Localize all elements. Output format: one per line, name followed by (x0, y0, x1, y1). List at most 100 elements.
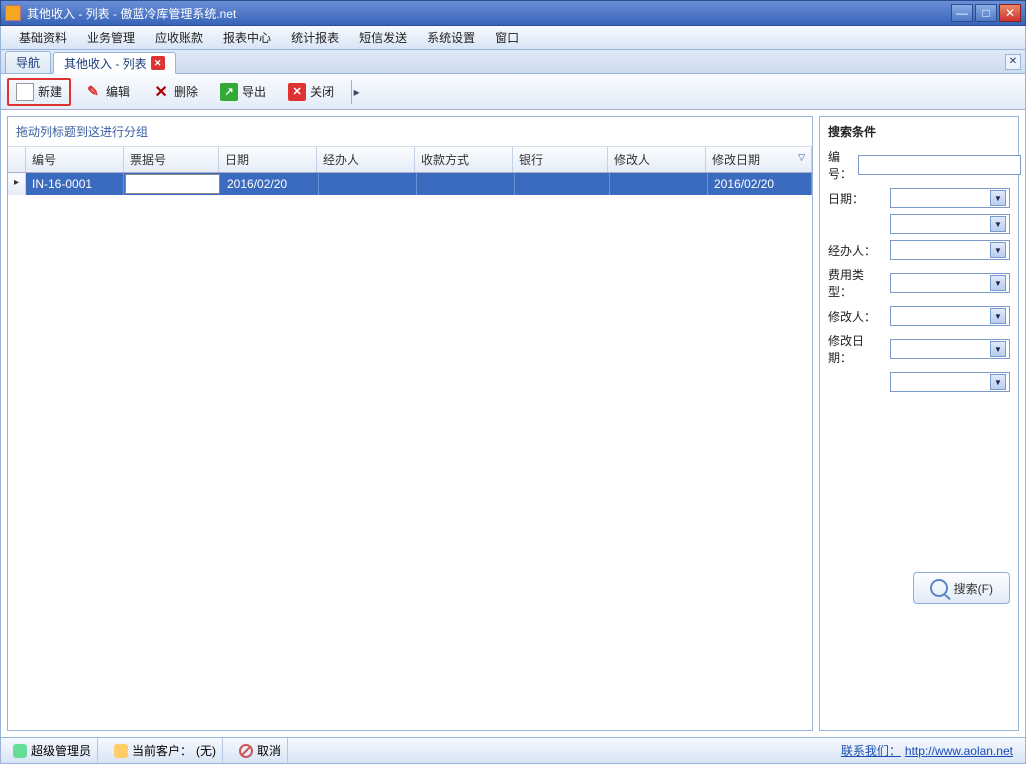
lbl-modifier: 修改人： (828, 308, 884, 325)
sort-desc-icon: ▽ (798, 152, 805, 163)
col-bill[interactable]: 票据号 (124, 147, 219, 172)
search-button-label: 搜索(F) (954, 580, 993, 597)
cell-modifier[interactable] (610, 173, 708, 195)
maximize-button[interactable]: □ (975, 4, 997, 22)
search-modifier[interactable]: ▼ (890, 306, 1010, 326)
search-moddate-from[interactable]: ▼ (890, 339, 1010, 359)
chevron-down-icon: ▼ (990, 341, 1006, 357)
edit-label: 编辑 (106, 83, 130, 100)
search-panel: 搜索条件 编号： 日期： ▼ ▼ 经办人： ▼ 费用类型： ▼ 修改人： ▼ 修改日期：… (819, 116, 1019, 731)
cancel-label: 取消 (257, 742, 281, 759)
menu-stat-report[interactable]: 统计报表 (281, 25, 349, 50)
toolbar-overflow[interactable]: ▸ (351, 80, 361, 104)
search-handler[interactable]: ▼ (890, 240, 1010, 260)
search-no-input[interactable] (858, 155, 1021, 175)
cell-moddate[interactable]: 2016/02/20 (708, 173, 812, 195)
chevron-down-icon: ▼ (990, 374, 1006, 390)
status-user: 超级管理员 (7, 738, 98, 763)
chevron-down-icon: ▼ (990, 308, 1006, 324)
delete-button[interactable]: ✕ 删除 (143, 78, 207, 106)
delete-label: 删除 (174, 83, 198, 100)
workspace: 导航 其他收入 - 列表 ✕ ✕ 新建 ✎ 编辑 ✕ 删除 ↗ 导出 ✕ 关闭 … (0, 50, 1026, 738)
new-icon (16, 83, 34, 101)
cell-bill[interactable] (125, 174, 220, 194)
tabstrip: 导航 其他收入 - 列表 ✕ ✕ (1, 50, 1025, 74)
menu-settings[interactable]: 系统设置 (417, 25, 485, 50)
cell-bank[interactable] (515, 173, 610, 195)
tab-label: 导航 (16, 54, 40, 71)
lbl-feetype: 费用类型： (828, 266, 884, 300)
table-row[interactable]: ▸ IN-16-0001 2016/02/20 2016/02/20 (8, 173, 812, 195)
chevron-down-icon: ▼ (990, 190, 1006, 206)
status-contact: 联系我们： http://www.aolan.net (835, 738, 1019, 763)
cell-date[interactable]: 2016/02/20 (221, 173, 319, 195)
cell-handler[interactable] (319, 173, 417, 195)
minimize-button[interactable]: — (951, 4, 973, 22)
menu-sms[interactable]: 短信发送 (349, 25, 417, 50)
client-val: (无) (196, 742, 216, 759)
search-date-to[interactable]: ▼ (890, 214, 1010, 234)
chevron-down-icon: ▼ (990, 242, 1006, 258)
chevron-down-icon: ▼ (990, 216, 1006, 232)
status-user-label: 超级管理员 (31, 742, 91, 759)
menu-receivable[interactable]: 应收账款 (145, 25, 213, 50)
app-icon (5, 5, 21, 21)
close-label: 关闭 (310, 83, 334, 100)
col-date[interactable]: 日期 (219, 147, 317, 172)
lbl-no: 编号： (828, 148, 852, 182)
export-icon: ↗ (220, 83, 238, 101)
toolbar: 新建 ✎ 编辑 ✕ 删除 ↗ 导出 ✕ 关闭 ▸ (1, 74, 1025, 110)
tab-navigation[interactable]: 导航 (5, 51, 51, 73)
cell-no[interactable]: IN-16-0001 (26, 173, 124, 195)
titlebar: 其他收入 - 列表 - 傲蓝冷库管理系统.net — □ ✕ (0, 0, 1026, 26)
tab-close-icon[interactable]: ✕ (151, 56, 165, 70)
tab-label: 其他收入 - 列表 (64, 55, 147, 72)
menubar: 基础资料 业务管理 应收账款 报表中心 统计报表 短信发送 系统设置 窗口 (0, 26, 1026, 50)
grid-header: 编号 票据号 日期 经办人 收款方式 银行 修改人 修改日期▽ (8, 147, 812, 173)
new-label: 新建 (38, 83, 62, 100)
col-paytype[interactable]: 收款方式 (415, 147, 513, 172)
lbl-moddate: 修改日期： (828, 332, 884, 366)
menu-window[interactable]: 窗口 (485, 25, 529, 50)
menu-basic-data[interactable]: 基础资料 (9, 25, 77, 50)
group-hint[interactable]: 拖动列标题到这进行分组 (8, 117, 812, 147)
close-button[interactable]: ✕ 关闭 (279, 78, 343, 106)
row-indicator-icon: ▸ (8, 173, 26, 195)
lbl-date: 日期： (828, 190, 884, 207)
close-window-button[interactable]: ✕ (999, 4, 1021, 22)
search-feetype[interactable]: ▼ (890, 273, 1010, 293)
col-moddate[interactable]: 修改日期▽ (706, 147, 812, 172)
new-button[interactable]: 新建 (7, 78, 71, 106)
statusbar: 超级管理员 当前客户： (无) 取消 联系我们： http://www.aola… (0, 738, 1026, 764)
edit-button[interactable]: ✎ 编辑 (75, 78, 139, 106)
tabstrip-close-button[interactable]: ✕ (1005, 54, 1021, 70)
grid-panel: 拖动列标题到这进行分组 编号 票据号 日期 经办人 收款方式 银行 修改人 修改… (7, 116, 813, 731)
status-client: 当前客户： (无) (108, 738, 223, 763)
export-button[interactable]: ↗ 导出 (211, 78, 275, 106)
grid-body[interactable]: ▸ IN-16-0001 2016/02/20 2016/02/20 (8, 173, 812, 730)
col-modifier[interactable]: 修改人 (608, 147, 706, 172)
col-bank[interactable]: 银行 (513, 147, 608, 172)
delete-icon: ✕ (152, 83, 170, 101)
menu-report-center[interactable]: 报表中心 (213, 25, 281, 50)
window-title: 其他收入 - 列表 - 傲蓝冷库管理系统.net (27, 5, 951, 22)
search-date-from[interactable]: ▼ (890, 188, 1010, 208)
search-moddate-to[interactable]: ▼ (890, 372, 1010, 392)
contact-link[interactable]: http://www.aolan.net (905, 744, 1013, 758)
col-handler[interactable]: 经办人 (317, 147, 415, 172)
cell-paytype[interactable] (417, 173, 515, 195)
chevron-down-icon: ▼ (990, 275, 1006, 291)
col-no[interactable]: 编号 (26, 147, 124, 172)
close-icon: ✕ (288, 83, 306, 101)
search-title: 搜索条件 (828, 123, 1010, 140)
lbl-handler: 经办人： (828, 242, 884, 259)
edit-icon: ✎ (84, 83, 102, 101)
menu-business[interactable]: 业务管理 (77, 25, 145, 50)
search-button[interactable]: 搜索(F) (913, 572, 1010, 604)
search-icon (930, 579, 948, 597)
contact-lbl: 联系我们： (841, 742, 901, 759)
cancel-icon (239, 744, 253, 758)
tab-other-income-list[interactable]: 其他收入 - 列表 ✕ (53, 52, 176, 74)
client-lbl: 当前客户： (132, 742, 192, 759)
status-cancel[interactable]: 取消 (233, 738, 288, 763)
